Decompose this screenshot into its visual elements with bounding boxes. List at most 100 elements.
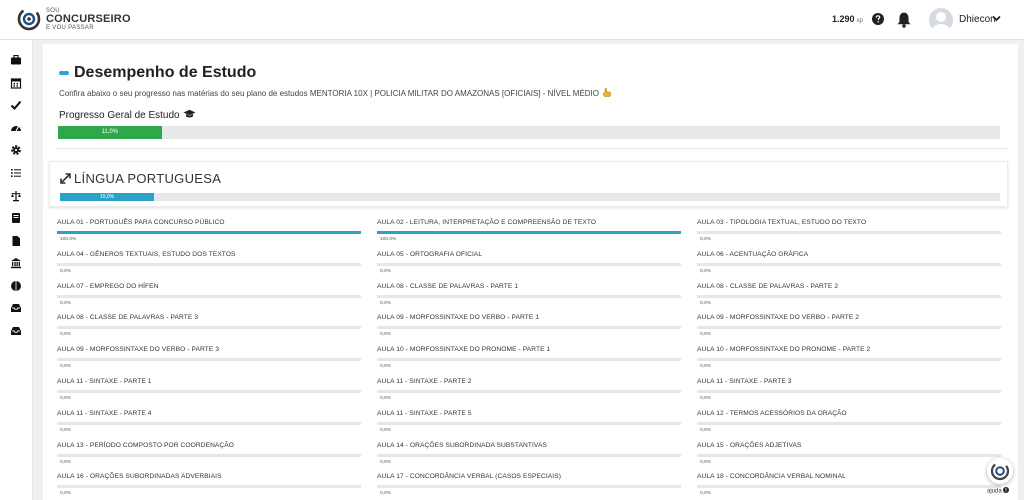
lesson-item[interactable]: AULA 12 - TERMOS ACESSÓRIOS DA ORAÇÃO 0,0…: [697, 409, 1017, 441]
lesson-item[interactable]: AULA 11 - SINTAXE - PARTE 4 0,0%: [57, 409, 377, 441]
divider: [55, 148, 1009, 149]
sidebar-item-list[interactable]: [10, 167, 22, 179]
lesson-item[interactable]: AULA 06 - ACENTUAÇÃO GRÁFICA 0,0%: [697, 250, 1017, 282]
lesson-progress-bar: [57, 326, 361, 330]
lesson-percent: 0,0%: [700, 237, 711, 242]
lesson-name: AULA 11 - SINTAXE - PARTE 1: [57, 377, 152, 385]
lesson-percent: 0,0%: [700, 459, 711, 465]
lesson-percent: 0,0%: [60, 491, 71, 497]
help-widget[interactable]: ajuda: [984, 458, 1016, 498]
lesson-item[interactable]: AULA 08 - CLASSE DE PALAVRAS - PARTE 2 0,…: [697, 282, 1017, 314]
lesson-item[interactable]: AULA 10 - MORFOSSINTAXE DO PRONOME - PAR…: [697, 345, 1017, 377]
expand-icon[interactable]: [60, 173, 71, 184]
lesson-item[interactable]: AULA 09 - MORFOSSINTAXE DO VERBO - PARTE…: [57, 345, 377, 377]
lesson-percent: 0,0%: [380, 395, 391, 401]
lesson-item[interactable]: AULA 11 - SINTAXE - PARTE 5 0,0%: [377, 409, 697, 441]
lesson-percent: 0,0%: [380, 268, 391, 274]
lesson-item[interactable]: AULA 11 - SINTAXE - PARTE 1 0,0%: [57, 377, 377, 409]
performance-card: Desempenho de Estudo Confira abaixo o se…: [43, 44, 1018, 500]
lesson-percent: 0,0%: [700, 300, 711, 306]
lesson-progress-bar: [57, 358, 361, 362]
subject-panel[interactable]: LÍNGUA PORTUGUESA 10,0%: [49, 161, 1008, 207]
lesson-percent: 0,0%: [380, 332, 391, 338]
page-subtitle: Confira abaixo o seu progresso nas matér…: [59, 88, 611, 98]
calendar-icon: [10, 78, 22, 89]
file-icon: [12, 236, 20, 246]
lesson-item[interactable]: AULA 10 - MORFOSSINTAXE DO PRONOME - PAR…: [377, 345, 697, 377]
lesson-progress-bar: [697, 453, 1001, 457]
sidebar-item-file[interactable]: [10, 235, 22, 247]
brand-logo[interactable]: SOU CONCURSEIRO E VOU PASSAR: [16, 6, 131, 32]
lesson-progress-bar: [377, 389, 681, 393]
subtitle-text: Confira abaixo o seu progresso nas matér…: [59, 89, 599, 98]
lesson-progress-bar: [377, 358, 681, 362]
lesson-percent: 0,0%: [700, 491, 711, 497]
username[interactable]: Dhiecon: [959, 14, 996, 25]
lesson-item[interactable]: AULA 07 - EMPREGO DO HÍFEN 0,0%: [57, 282, 377, 314]
sidebar-item-balance[interactable]: [10, 190, 22, 202]
lesson-progress-bar: [697, 389, 1001, 393]
lesson-item[interactable]: AULA 05 - ORTOGRAFIA OFICIAL 0,0%: [377, 250, 697, 282]
lesson-item[interactable]: AULA 11 - SINTAXE - PARTE 2 0,0%: [377, 377, 697, 409]
lesson-percent: 0,0%: [700, 332, 711, 338]
help-widget-label: ajuda: [987, 487, 1010, 495]
help-icon[interactable]: [872, 13, 884, 25]
xp-counter: 1.290 xp: [832, 14, 863, 24]
lesson-progress-bar: [697, 421, 1001, 425]
sidebar-item-brain[interactable]: [10, 280, 22, 292]
lesson-item[interactable]: AULA 01 - PORTUGUÊS PARA CONCURSO PÚBLIC…: [57, 218, 377, 250]
dashboard-icon: [11, 126, 21, 132]
lesson-item[interactable]: AULA 03 - TIPOLOGIA TEXTUAL, ESTUDO DO T…: [697, 218, 1017, 250]
lesson-percent: 0,0%: [60, 395, 71, 401]
lesson-percent: 0,0%: [60, 300, 71, 306]
sidebar-item-check[interactable]: [10, 99, 22, 111]
lesson-item[interactable]: AULA 11 - SINTAXE - PARTE 3 0,0%: [697, 377, 1017, 409]
chevron-down-icon[interactable]: [992, 15, 1001, 22]
sidebar: [0, 40, 33, 500]
lesson-name: AULA 06 - ACENTUAÇÃO GRÁFICA: [697, 250, 809, 258]
lesson-item[interactable]: AULA 09 - MORFOSSINTAXE DO VERBO - PARTE…: [377, 313, 697, 345]
lesson-name: AULA 15 - ORAÇÕES ADJETIVAS: [697, 441, 802, 449]
lesson-item[interactable]: AULA 08 - CLASSE DE PALAVRAS - PARTE 1 0,…: [377, 282, 697, 314]
lesson-name: AULA 13 - PERÍODO COMPOSTO POR COORDENAÇ…: [57, 441, 235, 449]
lesson-name: AULA 03 - TIPOLOGIA TEXTUAL, ESTUDO DO T…: [697, 219, 867, 226]
lesson-item[interactable]: AULA 13 - PERÍODO COMPOSTO POR COORDENAÇ…: [57, 441, 377, 473]
subject-progress-fill: 10,0%: [60, 193, 154, 201]
lesson-item[interactable]: AULA 16 - ORAÇÕES SUBORDINADAS ADVERBIAI…: [57, 472, 377, 500]
overall-progress-label: Progresso Geral de Estudo: [59, 109, 196, 121]
sidebar-item-inbox[interactable]: [10, 302, 22, 314]
lesson-name: AULA 18 - CONCORDÂNCIA VERBAL NOMINAL: [697, 473, 846, 481]
lesson-item[interactable]: AULA 17 - CONCORDÂNCIA VERBAL (CASOS ESP…: [377, 472, 697, 500]
lesson-percent: 0,0%: [380, 427, 391, 433]
lesson-name: AULA 09 - MORFOSSINTAXE DO VERBO - PARTE…: [377, 314, 540, 322]
lesson-item[interactable]: AULA 18 - CONCORDÂNCIA VERBAL NOMINAL 0,0…: [697, 472, 1017, 500]
sidebar-item-bank[interactable]: [10, 257, 22, 269]
lesson-percent: 100,0%: [60, 237, 77, 242]
lesson-name: AULA 01 - PORTUGUÊS PARA CONCURSO PÚBLIC…: [57, 219, 225, 226]
lesson-item[interactable]: AULA 02 - LEITURA, INTERPRETAÇÃO E COMPR…: [377, 218, 697, 250]
lesson-item[interactable]: AULA 14 - ORAÇÕES SUBORDINADA SUBSTANTIV…: [377, 441, 697, 473]
sidebar-item-calendar[interactable]: [10, 77, 22, 89]
avatar[interactable]: [929, 8, 953, 32]
sidebar-item-inbox-alt[interactable]: [10, 325, 22, 337]
logo-line-3: E VOU PASSAR: [46, 24, 94, 31]
sidebar-item-briefcase[interactable]: [10, 54, 22, 66]
lesson-item[interactable]: AULA 08 - CLASSE DE PALAVRAS - PARTE 3 0,…: [57, 313, 377, 345]
logo-line-2: CONCURSEIRO: [46, 12, 131, 25]
bell-icon[interactable]: [896, 11, 912, 28]
sidebar-item-settings[interactable]: [10, 144, 22, 156]
lesson-name: AULA 11 - SINTAXE - PARTE 4: [57, 409, 152, 417]
lesson-item[interactable]: AULA 09 - MORFOSSINTAXE DO VERBO - PARTE…: [697, 313, 1017, 345]
lesson-progress-bar: [377, 231, 681, 234]
lesson-progress-bar: [57, 453, 361, 457]
lesson-name: AULA 10 - MORFOSSINTAXE DO PRONOME - PAR…: [697, 346, 871, 354]
lesson-item[interactable]: AULA 04 - GÊNEROS TEXTUAIS, ESTUDO DOS T…: [57, 250, 377, 282]
help-small-icon: [1003, 487, 1010, 493]
sidebar-item-dashboard[interactable]: [10, 122, 22, 134]
lesson-item[interactable]: AULA 15 - ORAÇÕES ADJETIVAS 0,0%: [697, 441, 1017, 473]
sidebar-item-book[interactable]: [10, 212, 22, 224]
lesson-name: AULA 04 - GÊNEROS TEXTUAIS, ESTUDO DOS T…: [57, 250, 236, 258]
help-widget-button[interactable]: [987, 458, 1013, 484]
lesson-name: AULA 17 - CONCORDÂNCIA VERBAL (CASOS ESP…: [377, 473, 562, 481]
lesson-grid: AULA 01 - PORTUGUÊS PARA CONCURSO PÚBLIC…: [57, 218, 1017, 500]
